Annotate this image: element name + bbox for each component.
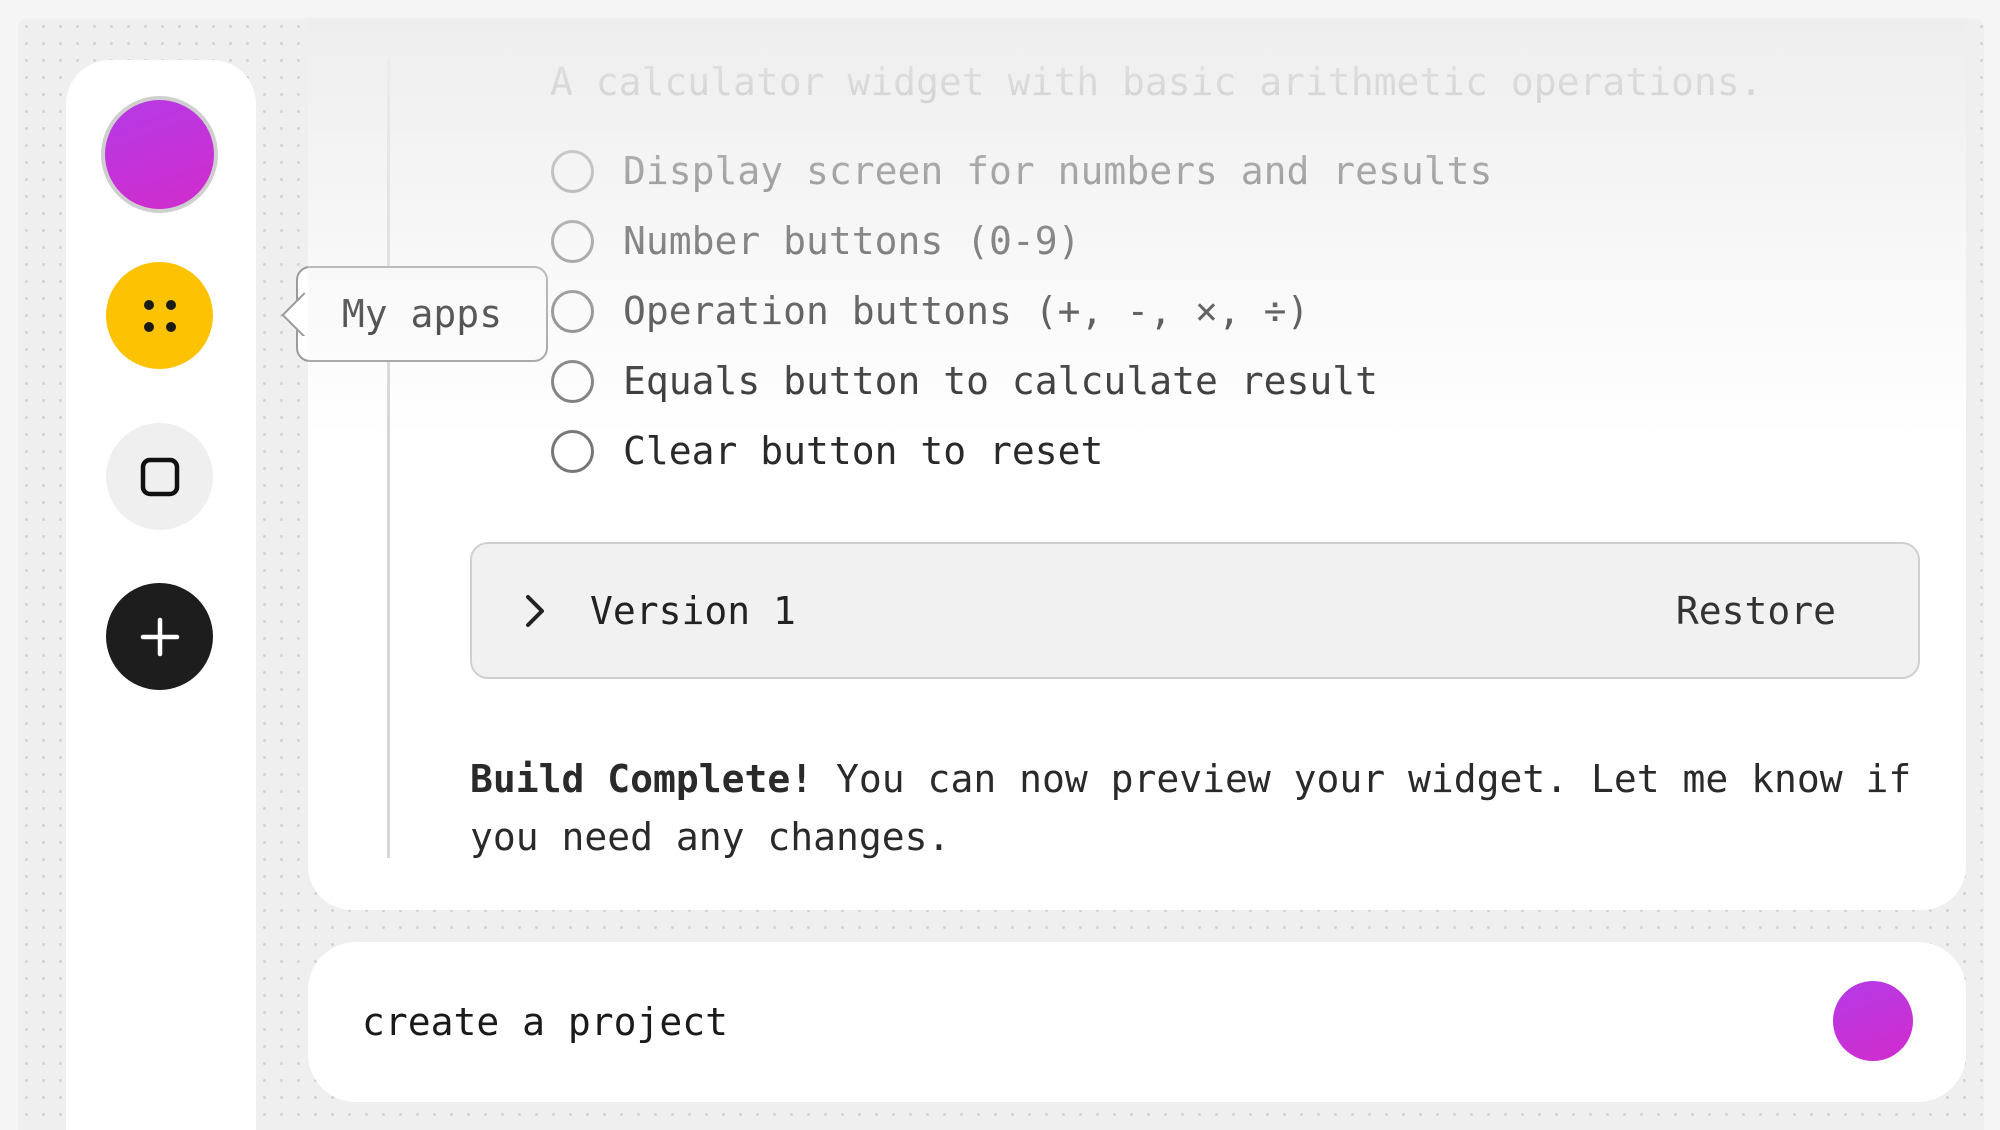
checklist-item[interactable]: Number buttons (0-9)	[551, 206, 1492, 276]
chat-panel: A calculator widget with basic arithmeti…	[308, 18, 1966, 910]
checklist-item-label: Equals button to calculate result	[623, 359, 1378, 403]
dots-grid-icon	[143, 299, 176, 332]
tooltip-arrow	[276, 292, 320, 336]
checklist-item[interactable]: Equals button to calculate result	[551, 346, 1492, 416]
add-button[interactable]	[106, 583, 213, 690]
prompt-composer	[308, 942, 1966, 1102]
window-button[interactable]	[106, 423, 213, 530]
checklist-item-label: Number buttons (0-9)	[623, 219, 1081, 263]
widget-description: A calculator widget with basic arithmeti…	[550, 60, 1763, 104]
user-avatar-button[interactable]	[101, 96, 218, 213]
checklist-item[interactable]: Display screen for numbers and results	[551, 136, 1492, 206]
sidebar-rail	[66, 60, 256, 1130]
my-apps-button[interactable]	[106, 262, 213, 369]
checklist-item-label: Clear button to reset	[623, 429, 1104, 473]
checklist-item[interactable]: Operation buttons (+, -, ×, ÷)	[551, 276, 1492, 346]
unchecked-circle-icon[interactable]	[551, 289, 594, 333]
message-bold-lead: Build Complete!	[470, 757, 814, 801]
my-apps-tooltip: My apps	[296, 266, 548, 362]
tooltip-label: My apps	[341, 292, 503, 336]
checklist-item-label: Display screen for numbers and results	[623, 149, 1493, 193]
checklist-item-label: Operation buttons (+, -, ×, ÷)	[623, 289, 1310, 333]
feature-checklist: Display screen for numbers and results N…	[551, 136, 1492, 486]
thread-line	[387, 58, 390, 858]
unchecked-circle-icon[interactable]	[551, 359, 594, 403]
plus-icon	[140, 617, 179, 656]
unchecked-circle-icon[interactable]	[551, 429, 594, 473]
chevron-right-icon[interactable]	[520, 591, 550, 631]
restore-button[interactable]: Restore	[1676, 589, 1836, 633]
checklist-item[interactable]: Clear button to reset	[551, 416, 1492, 486]
square-icon	[140, 457, 179, 496]
unchecked-circle-icon[interactable]	[551, 219, 594, 263]
version-label: Version 1	[590, 588, 796, 633]
send-button[interactable]	[1833, 981, 1913, 1061]
assistant-message: Build Complete! You can now preview your…	[470, 750, 1930, 866]
version-card[interactable]: Version 1 Restore	[470, 542, 1920, 679]
prompt-input[interactable]	[362, 982, 1762, 1062]
unchecked-circle-icon[interactable]	[551, 149, 594, 193]
